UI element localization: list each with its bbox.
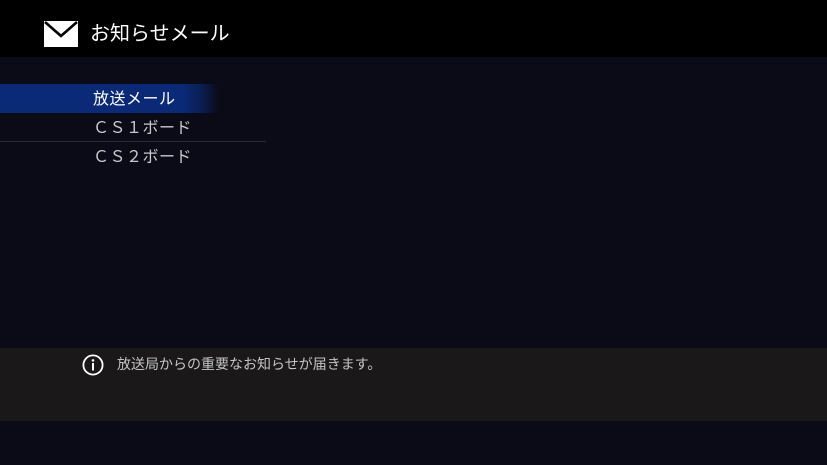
info-bar: 放送局からの重要なお知らせが届きます。 <box>0 348 827 421</box>
mail-icon <box>44 21 78 47</box>
info-icon <box>82 354 104 376</box>
mail-category-menu: 放送メール ＣＳ１ボード ＣＳ２ボード <box>0 84 266 171</box>
page-title: お知らせメール <box>90 21 230 45</box>
menu-item-cs1-board[interactable]: ＣＳ１ボード <box>0 113 266 142</box>
menu-item-cs2-board[interactable]: ＣＳ２ボード <box>0 142 266 171</box>
info-message: 放送局からの重要なお知らせが届きます。 <box>117 357 382 373</box>
header-bar: お知らせメール <box>0 0 827 57</box>
menu-item-broadcast-mail[interactable]: 放送メール <box>0 84 266 113</box>
menu-item-label: ＣＳ２ボード <box>93 147 193 166</box>
menu-item-label: 放送メール <box>93 89 176 108</box>
menu-item-label: ＣＳ１ボード <box>93 118 193 137</box>
